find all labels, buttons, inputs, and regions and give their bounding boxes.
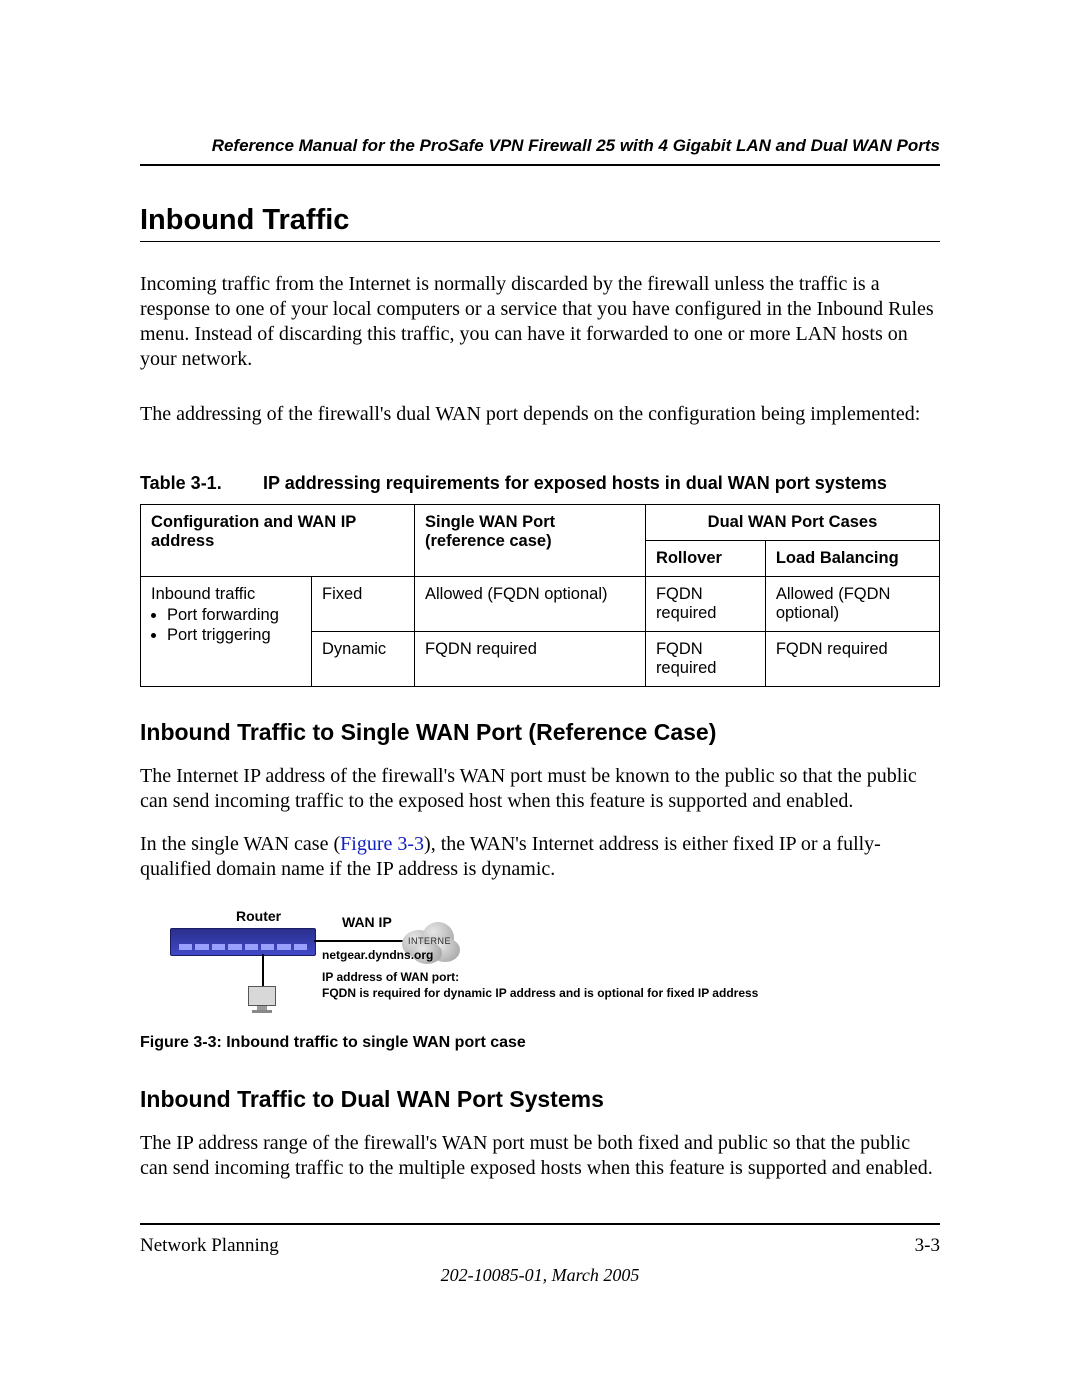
internet-cloud-text: INTERNE bbox=[408, 936, 451, 946]
th-single-wan: Single WAN Port (reference case) bbox=[415, 505, 646, 577]
footer-section-name: Network Planning bbox=[140, 1235, 279, 1257]
figure-wanip-label: WAN IP bbox=[342, 914, 392, 930]
page-number: 3-3 bbox=[915, 1235, 940, 1257]
td-mode-dynamic: Dynamic bbox=[312, 632, 415, 687]
paragraph-intro-2: The addressing of the firewall's dual WA… bbox=[140, 402, 940, 427]
td-fixed-loadbal: Allowed (FQDN optional) bbox=[765, 577, 939, 632]
td-row-label: Inbound traffic Port forwarding Port tri… bbox=[141, 577, 312, 687]
paragraph-single-wan-1: The Internet IP address of the firewall'… bbox=[140, 764, 940, 814]
figure-dyndns-label: netgear.dyndns.org bbox=[322, 948, 433, 962]
running-header: Reference Manual for the ProSafe VPN Fir… bbox=[140, 136, 940, 166]
td-mode-fixed: Fixed bbox=[312, 577, 415, 632]
td-dynamic-rollover: FQDN required bbox=[645, 632, 765, 687]
paragraph-dual-wan-1: The IP address range of the firewall's W… bbox=[140, 1131, 940, 1181]
requirements-table: Configuration and WAN IP address Single … bbox=[140, 504, 940, 687]
computer-icon bbox=[248, 986, 276, 1016]
router-icon bbox=[170, 928, 316, 956]
footer-rule bbox=[140, 1223, 940, 1225]
subsection-heading-dual-wan: Inbound Traffic to Dual WAN Port Systems bbox=[140, 1086, 940, 1113]
th-rollover: Rollover bbox=[645, 541, 765, 577]
subsection-heading-single-wan: Inbound Traffic to Single WAN Port (Refe… bbox=[140, 719, 940, 746]
td-dynamic-loadbal: FQDN required bbox=[765, 632, 939, 687]
figure-reference-link[interactable]: Figure 3-3 bbox=[340, 833, 424, 855]
th-config: Configuration and WAN IP address bbox=[141, 505, 415, 577]
figure-note-line-1: IP address of WAN port: bbox=[322, 970, 459, 984]
wire-icon bbox=[314, 940, 410, 942]
td-fixed-rollover: FQDN required bbox=[645, 577, 765, 632]
paragraph-intro-1: Incoming traffic from the Internet is no… bbox=[140, 272, 940, 372]
wire-icon bbox=[262, 954, 264, 990]
row-label-bullet-2: Port triggering bbox=[167, 626, 301, 646]
paragraph-single-wan-2: In the single WAN case (Figure 3-3), the… bbox=[140, 832, 940, 882]
th-loadbalancing: Load Balancing bbox=[765, 541, 939, 577]
section-heading-inbound-traffic: Inbound Traffic bbox=[140, 204, 940, 242]
table-caption: Table 3-1. IP addressing requirements fo… bbox=[140, 473, 940, 494]
row-label-bullet-1: Port forwarding bbox=[167, 606, 301, 626]
table-title: IP addressing requirements for exposed h… bbox=[263, 473, 887, 493]
footer-docinfo: 202-10085-01, March 2005 bbox=[140, 1265, 940, 1286]
td-dynamic-single: FQDN required bbox=[415, 632, 646, 687]
figure-note-line-2: FQDN is required for dynamic IP address … bbox=[322, 986, 758, 1000]
table-row: Inbound traffic Port forwarding Port tri… bbox=[141, 577, 940, 632]
footer-line: Network Planning 3-3 bbox=[140, 1235, 940, 1257]
row-label-title: Inbound traffic bbox=[151, 585, 255, 603]
figure-diagram: Router WAN IP INTERNE netgear.dyndns.org… bbox=[170, 908, 940, 1024]
table-header-row-1: Configuration and WAN IP address Single … bbox=[141, 505, 940, 541]
figure-router-label: Router bbox=[236, 908, 281, 924]
th-dual-wan-cases: Dual WAN Port Cases bbox=[645, 505, 939, 541]
para-pre: In the single WAN case ( bbox=[140, 833, 340, 855]
figure-caption: Figure 3-3: Inbound traffic to single WA… bbox=[140, 1034, 940, 1052]
td-fixed-single: Allowed (FQDN optional) bbox=[415, 577, 646, 632]
table-number: Table 3-1. bbox=[140, 473, 258, 494]
